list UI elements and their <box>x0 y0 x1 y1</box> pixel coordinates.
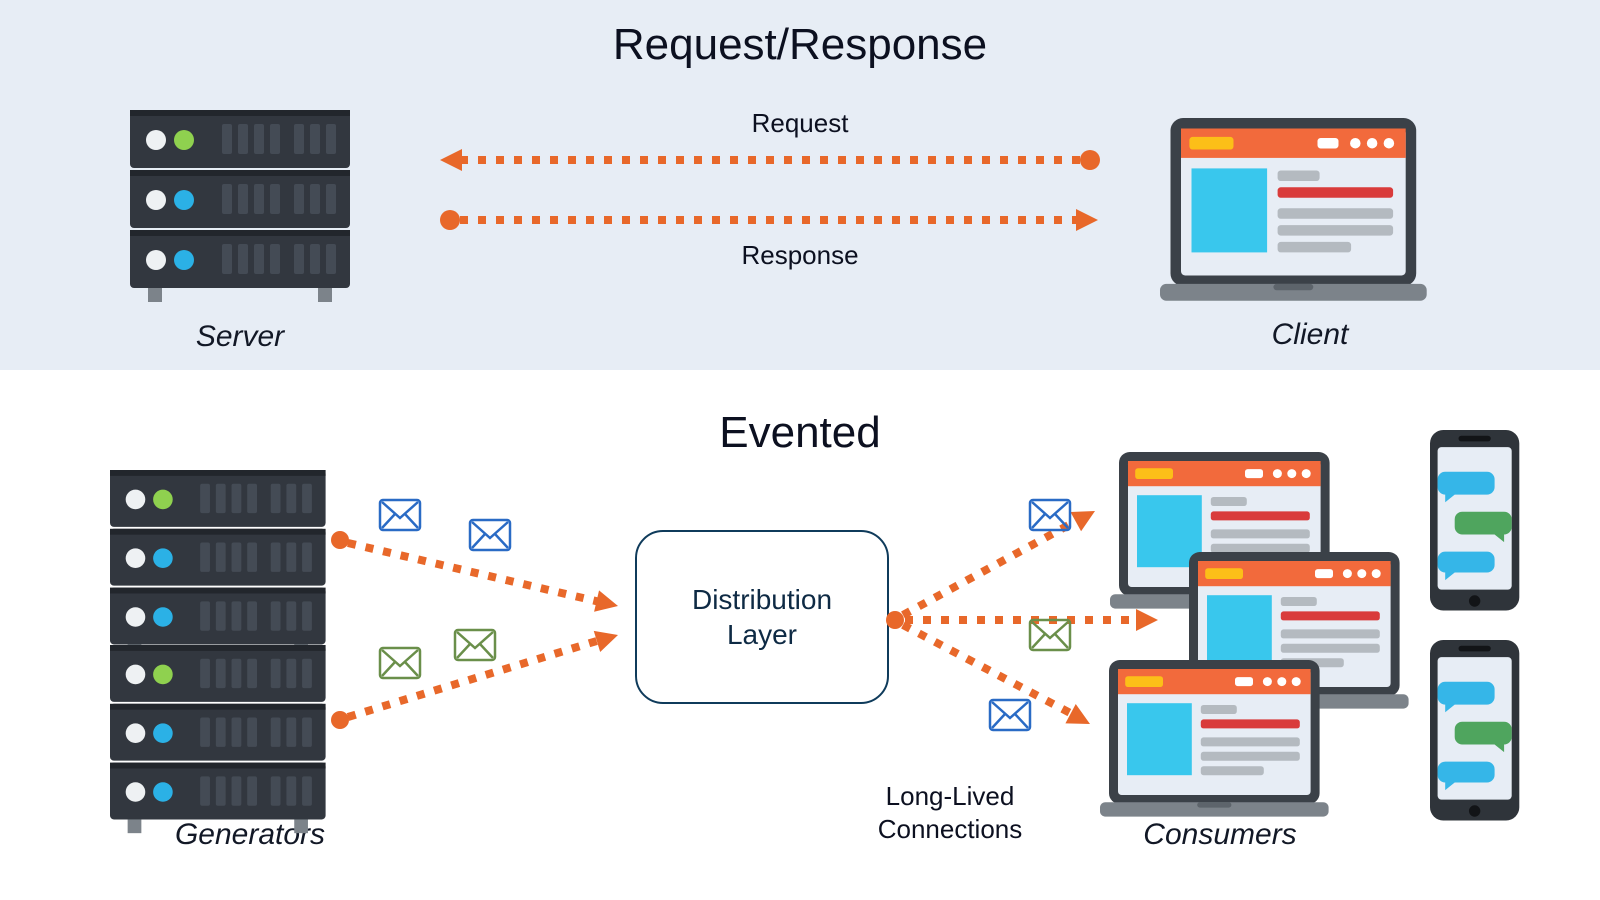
consumer-laptop-2-icon <box>1180 552 1409 709</box>
consumer-laptop-3-icon <box>1100 660 1329 817</box>
distribution-layer-label: Distribution Layer <box>692 582 832 652</box>
label-consumers: Consumers <box>1070 818 1370 852</box>
fanout-arrow-1 <box>903 501 1100 615</box>
title-request-response: Request/Response <box>0 20 1600 70</box>
title-evented: Evented <box>0 408 1600 458</box>
gen1-arrow <box>331 531 620 617</box>
generator-server-1-icon <box>110 470 326 658</box>
envelope-icon <box>1030 500 1070 530</box>
fanout-arrow-2 <box>905 609 1158 631</box>
envelope-icon <box>990 700 1030 730</box>
label-request: Request <box>0 108 1600 139</box>
fanout-arrow-3 <box>903 625 1095 734</box>
generator-server-2-icon <box>110 645 326 833</box>
label-response: Response <box>0 240 1600 271</box>
label-longlived: Long-Lived Connections <box>820 780 1080 845</box>
envelope-icon <box>1030 620 1070 650</box>
distribution-layer-box: Distribution Layer <box>635 530 889 704</box>
gen2-arrow <box>331 624 621 729</box>
envelope-icon <box>380 648 420 678</box>
label-client: Client <box>1180 318 1440 352</box>
consumer-phone-2-icon <box>1430 640 1519 821</box>
label-generators: Generators <box>110 818 390 852</box>
envelope-icon <box>380 500 420 530</box>
consumer-laptop-1-icon <box>1110 452 1339 609</box>
envelope-icon <box>470 520 510 550</box>
envelope-icon <box>455 630 495 660</box>
label-server: Server <box>110 320 370 354</box>
